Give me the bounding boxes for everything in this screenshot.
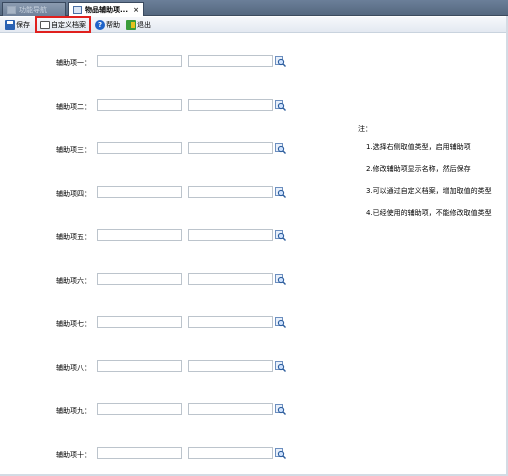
search-lookup-icon[interactable]: [275, 56, 286, 67]
folder-icon: [40, 20, 50, 29]
auxiliary-type-input[interactable]: [188, 55, 273, 67]
notes-title: 注：: [358, 125, 372, 133]
note-line: 1.选择右侧取值类型，启用辅助项: [366, 143, 471, 151]
exit-label: 退出: [137, 20, 151, 29]
search-lookup-icon[interactable]: [275, 143, 286, 154]
help-button[interactable]: ? 帮助: [93, 18, 122, 31]
save-icon: [5, 19, 15, 30]
auxiliary-label: 辅助项五：: [56, 233, 91, 241]
tab-label: 物品辅助项...: [85, 5, 128, 14]
close-icon[interactable]: ×: [133, 6, 139, 14]
search-lookup-icon[interactable]: [275, 230, 286, 241]
tab-item-auxiliary[interactable]: 物品辅助项... ×: [68, 2, 144, 16]
auxiliary-name-input[interactable]: [97, 142, 182, 154]
tab-strip: 功能导航 物品辅助项... ×: [0, 0, 508, 16]
tab-label: 功能导航: [19, 5, 47, 14]
exit-button[interactable]: 退出: [124, 18, 153, 31]
help-label: 帮助: [106, 20, 120, 29]
auxiliary-name-input[interactable]: [97, 229, 182, 241]
note-line: 3.可以通过自定义档案，增加取值的类型: [366, 187, 492, 195]
auxiliary-row: 辅助项一：: [0, 55, 300, 69]
auxiliary-name-input[interactable]: [97, 273, 182, 285]
tab-function-navigation[interactable]: 功能导航: [2, 2, 66, 16]
auxiliary-row: 辅助项二：: [0, 99, 300, 113]
auxiliary-row: 辅助项八：: [0, 360, 300, 374]
note-line: 2.修改辅助项显示名称，然后保存: [366, 165, 471, 173]
auxiliary-name-input[interactable]: [97, 403, 182, 415]
auxiliary-name-input[interactable]: [97, 186, 182, 198]
auxiliary-name-input[interactable]: [97, 99, 182, 111]
search-lookup-icon[interactable]: [275, 274, 286, 285]
auxiliary-type-input[interactable]: [188, 99, 273, 111]
auxiliary-label: 辅助项二：: [56, 103, 91, 111]
auxiliary-row: 辅助项九：: [0, 403, 300, 417]
auxiliary-type-input[interactable]: [188, 229, 273, 241]
custom-archive-label: 自定义档案: [51, 20, 86, 29]
save-button[interactable]: 保存: [3, 18, 32, 31]
search-lookup-icon[interactable]: [275, 448, 286, 459]
notes-panel: 注： 1.选择右侧取值类型，启用辅助项 2.修改辅助项显示名称，然后保存 3.可…: [358, 124, 506, 230]
search-lookup-icon[interactable]: [275, 317, 286, 328]
auxiliary-type-input[interactable]: [188, 142, 273, 154]
save-label: 保存: [16, 20, 30, 29]
auxiliary-type-input[interactable]: [188, 360, 273, 372]
auxiliary-label: 辅助项七：: [56, 320, 91, 328]
auxiliary-label: 辅助项六：: [56, 277, 91, 285]
exit-icon: [126, 19, 136, 30]
auxiliary-label: 辅助项九：: [56, 407, 91, 415]
auxiliary-row: 辅助项十：: [0, 447, 300, 461]
auxiliary-row: 辅助项六：: [0, 273, 300, 287]
auxiliary-name-input[interactable]: [97, 55, 182, 67]
auxiliary-type-input[interactable]: [188, 316, 273, 328]
search-lookup-icon[interactable]: [275, 404, 286, 415]
tab-page-icon: [7, 5, 16, 14]
search-lookup-icon[interactable]: [275, 187, 286, 198]
auxiliary-label: 辅助项三：: [56, 146, 91, 154]
auxiliary-name-input[interactable]: [97, 360, 182, 372]
auxiliary-type-input[interactable]: [188, 403, 273, 415]
auxiliary-row: 辅助项三：: [0, 142, 300, 156]
custom-archive-button[interactable]: 自定义档案: [35, 16, 91, 33]
auxiliary-row: 辅助项四：: [0, 186, 300, 200]
auxiliary-label: 辅助项十：: [56, 451, 91, 459]
search-lookup-icon[interactable]: [275, 100, 286, 111]
help-icon: ?: [95, 19, 105, 30]
auxiliary-name-input[interactable]: [97, 447, 182, 459]
tab-page-icon: [73, 5, 82, 14]
auxiliary-label: 辅助项一：: [56, 59, 91, 67]
toolbar: 保存 自定义档案 ? 帮助 退出: [0, 16, 508, 33]
note-line: 4.已经使用的辅助项，不能修改取值类型: [366, 209, 492, 217]
auxiliary-type-input[interactable]: [188, 186, 273, 198]
search-lookup-icon[interactable]: [275, 361, 286, 372]
auxiliary-label: 辅助项八：: [56, 364, 91, 372]
auxiliary-type-input[interactable]: [188, 273, 273, 285]
auxiliary-row: 辅助项七：: [0, 316, 300, 330]
auxiliary-row: 辅助项五：: [0, 229, 300, 243]
auxiliary-type-input[interactable]: [188, 447, 273, 459]
auxiliary-name-input[interactable]: [97, 316, 182, 328]
auxiliary-label: 辅助项四：: [56, 190, 91, 198]
